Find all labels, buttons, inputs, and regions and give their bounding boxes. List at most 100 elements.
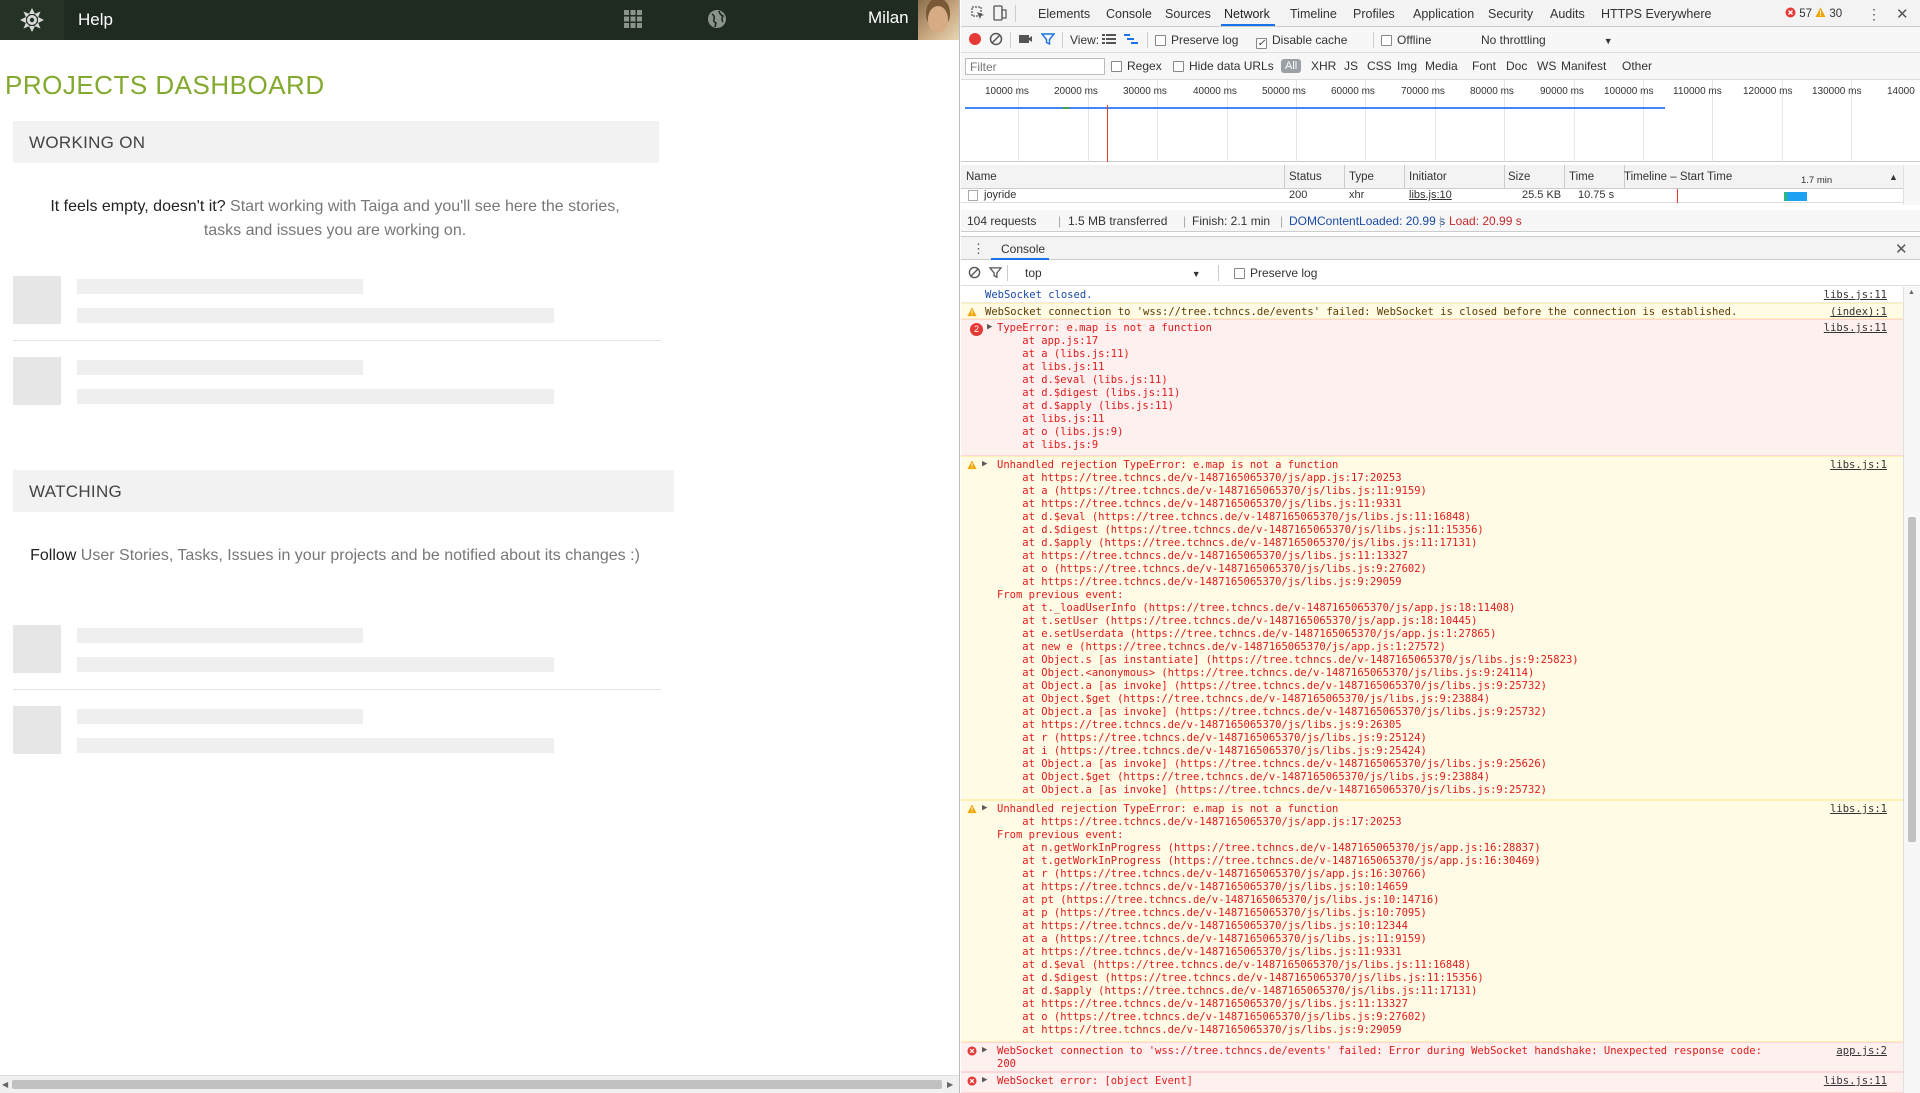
col-time[interactable]: Time xyxy=(1569,171,1594,183)
console-preserve-log-checkbox[interactable]: Preserve log xyxy=(1234,266,1317,280)
filter-input[interactable] xyxy=(965,58,1105,75)
tab-network[interactable]: Network xyxy=(1224,7,1270,21)
console-message-error[interactable]: ▶ WebSocket error: [object Event] libs.j… xyxy=(961,1072,1903,1093)
expand-triangle-icon[interactable]: ▶ xyxy=(982,1075,987,1085)
tab-profiles[interactable]: Profiles xyxy=(1353,7,1395,21)
close-icon[interactable]: ✕ xyxy=(1896,5,1909,23)
scroll-right-arrow-icon[interactable]: ▶ xyxy=(947,1080,953,1089)
message-source-link[interactable]: app.js:2 xyxy=(1836,1045,1887,1057)
tab-https-everywhere[interactable]: HTTPS Everywhere xyxy=(1601,7,1711,21)
kebab-menu-icon[interactable]: ⋮ xyxy=(972,241,985,257)
filter-img[interactable]: Img xyxy=(1397,59,1417,73)
message-source-link[interactable]: libs.js:1 xyxy=(1830,803,1887,815)
error-warning-counter[interactable]: 57 30 xyxy=(1785,7,1842,20)
filter-icon[interactable] xyxy=(1040,32,1056,49)
preserve-log-checkbox[interactable]: Preserve log xyxy=(1155,33,1238,47)
console-scrollbar[interactable]: ▲ xyxy=(1903,287,1920,1093)
filter-media[interactable]: Media xyxy=(1425,59,1458,73)
message-source-link[interactable]: (index):1 xyxy=(1830,306,1887,318)
close-icon[interactable]: ✕ xyxy=(1895,240,1908,258)
network-table-scrollbar[interactable] xyxy=(1903,165,1920,205)
message-stack-trace[interactable]: at https://tree.tchncs.de/v-148716506537… xyxy=(997,816,1541,1037)
row-initiator-link[interactable]: libs.js:10 xyxy=(1409,189,1452,201)
console-message-warning[interactable]: ▶ Unhandled rejection TypeError: e.map i… xyxy=(961,800,1903,1042)
nav-user-name[interactable]: Milan xyxy=(868,8,909,28)
disable-cache-checkbox[interactable]: Disable cache xyxy=(1256,33,1347,49)
filter-ws[interactable]: WS xyxy=(1537,59,1556,73)
tab-console[interactable]: Console xyxy=(1106,7,1152,21)
col-name[interactable]: Name xyxy=(966,171,997,183)
globe-icon[interactable] xyxy=(706,8,728,33)
scroll-up-arrow-icon[interactable]: ▲ xyxy=(1908,289,1915,296)
console-message-warning[interactable]: WebSocket connection to 'wss://tree.tchn… xyxy=(961,303,1903,319)
tab-application[interactable]: Application xyxy=(1413,7,1474,21)
error-count: 57 xyxy=(1799,8,1812,20)
filter-manifest[interactable]: Manifest xyxy=(1561,59,1606,73)
context-select[interactable]: top ▼ xyxy=(1025,266,1201,280)
message-source-link[interactable]: libs.js:11 xyxy=(1824,1075,1887,1087)
inspect-icon[interactable] xyxy=(971,6,985,23)
col-size[interactable]: Size xyxy=(1508,171,1530,183)
console-message-error[interactable]: ▶ WebSocket connection to 'wss://tree.tc… xyxy=(961,1042,1903,1072)
scrollbar-thumb[interactable] xyxy=(1908,517,1916,842)
console-message-info[interactable]: WebSocket closed. libs.js:11 xyxy=(961,287,1903,303)
filter-icon[interactable] xyxy=(988,266,1003,282)
expand-triangle-icon[interactable]: ▶ xyxy=(982,459,987,469)
tab-elements[interactable]: Elements xyxy=(1038,7,1090,21)
view-label: View: xyxy=(1070,33,1100,47)
tab-security[interactable]: Security xyxy=(1488,7,1533,21)
regex-checkbox[interactable]: Regex xyxy=(1111,59,1162,73)
offline-checkbox[interactable]: Offline xyxy=(1381,33,1431,47)
expand-triangle-icon[interactable]: ▶ xyxy=(987,322,992,332)
device-icon[interactable] xyxy=(993,5,1007,24)
toolbar-divider xyxy=(1147,32,1148,48)
message-stack-trace[interactable]: at https://tree.tchncs.de/v-148716506537… xyxy=(997,472,1579,797)
network-overview-timeline[interactable]: 10000 ms 20000 ms 30000 ms 40000 ms 5000… xyxy=(961,80,1920,162)
tab-timeline[interactable]: Timeline xyxy=(1290,7,1337,21)
grid-icon[interactable] xyxy=(623,9,643,32)
col-initiator[interactable]: Initiator xyxy=(1409,171,1447,183)
filter-font[interactable]: Font xyxy=(1472,59,1496,73)
hide-data-urls-checkbox[interactable]: Hide data URLs xyxy=(1173,59,1274,73)
nav-help-link[interactable]: Help xyxy=(78,10,113,30)
message-source-link[interactable]: libs.js:1 xyxy=(1830,459,1887,471)
col-type[interactable]: Type xyxy=(1349,171,1374,183)
message-text: WebSocket connection to 'wss://tree.tchn… xyxy=(997,1045,1762,1070)
message-source-link[interactable]: libs.js:11 xyxy=(1824,322,1887,334)
console-message-error[interactable]: 2 ▶ TypeError: e.map is not a function l… xyxy=(961,319,1903,456)
col-status[interactable]: Status xyxy=(1289,171,1322,183)
taiga-logo-icon[interactable] xyxy=(0,0,64,40)
throttling-select[interactable]: No throttling ▼ xyxy=(1481,33,1613,47)
sort-up-icon[interactable]: ▲ xyxy=(1889,172,1898,182)
scroll-left-arrow-icon[interactable]: ◀ xyxy=(2,1080,8,1089)
waterfall-icon[interactable] xyxy=(1124,33,1138,48)
scrollbar-thumb[interactable] xyxy=(12,1080,942,1089)
filter-xhr[interactable]: XHR xyxy=(1311,59,1336,73)
record-icon[interactable] xyxy=(968,32,982,49)
avatar[interactable] xyxy=(918,0,959,40)
filter-all[interactable]: All xyxy=(1281,59,1302,73)
kebab-menu-icon[interactable]: ⋮ xyxy=(1867,6,1881,23)
tab-audits[interactable]: Audits xyxy=(1550,7,1585,21)
clear-console-icon[interactable] xyxy=(968,266,981,282)
filter-doc[interactable]: Doc xyxy=(1506,59,1527,73)
message-source-link[interactable]: libs.js:11 xyxy=(1824,289,1887,301)
filter-js[interactable]: JS xyxy=(1344,59,1358,73)
table-row[interactable]: joyride 200 xhr libs.js:10 25.5 KB 10.75… xyxy=(961,189,1920,203)
filter-other[interactable]: Other xyxy=(1622,59,1652,73)
drawer-tab-console[interactable]: Console xyxy=(1001,242,1045,256)
horizontal-scrollbar[interactable]: ◀ ▶ xyxy=(0,1075,959,1093)
console-messages[interactable]: WebSocket closed. libs.js:11 WebSocket c… xyxy=(961,287,1903,1093)
clear-icon[interactable] xyxy=(989,32,1003,49)
console-message-warning[interactable]: ▶ Unhandled rejection TypeError: e.map i… xyxy=(961,456,1903,800)
expand-triangle-icon[interactable]: ▶ xyxy=(982,803,987,813)
list-view-icon[interactable] xyxy=(1102,33,1116,48)
message-stack-trace[interactable]: at app.js:17 at a (libs.js:11) at libs.j… xyxy=(997,335,1180,452)
expand-triangle-icon[interactable]: ▶ xyxy=(982,1045,987,1055)
filter-css[interactable]: CSS xyxy=(1367,59,1392,73)
tab-sources[interactable]: Sources xyxy=(1165,7,1211,21)
camera-icon[interactable] xyxy=(1018,33,1033,48)
placeholder-thumb xyxy=(13,706,61,754)
timeline-scale: 1.7 min xyxy=(1801,175,1833,186)
col-timeline[interactable]: Timeline – Start Time xyxy=(1624,171,1732,183)
